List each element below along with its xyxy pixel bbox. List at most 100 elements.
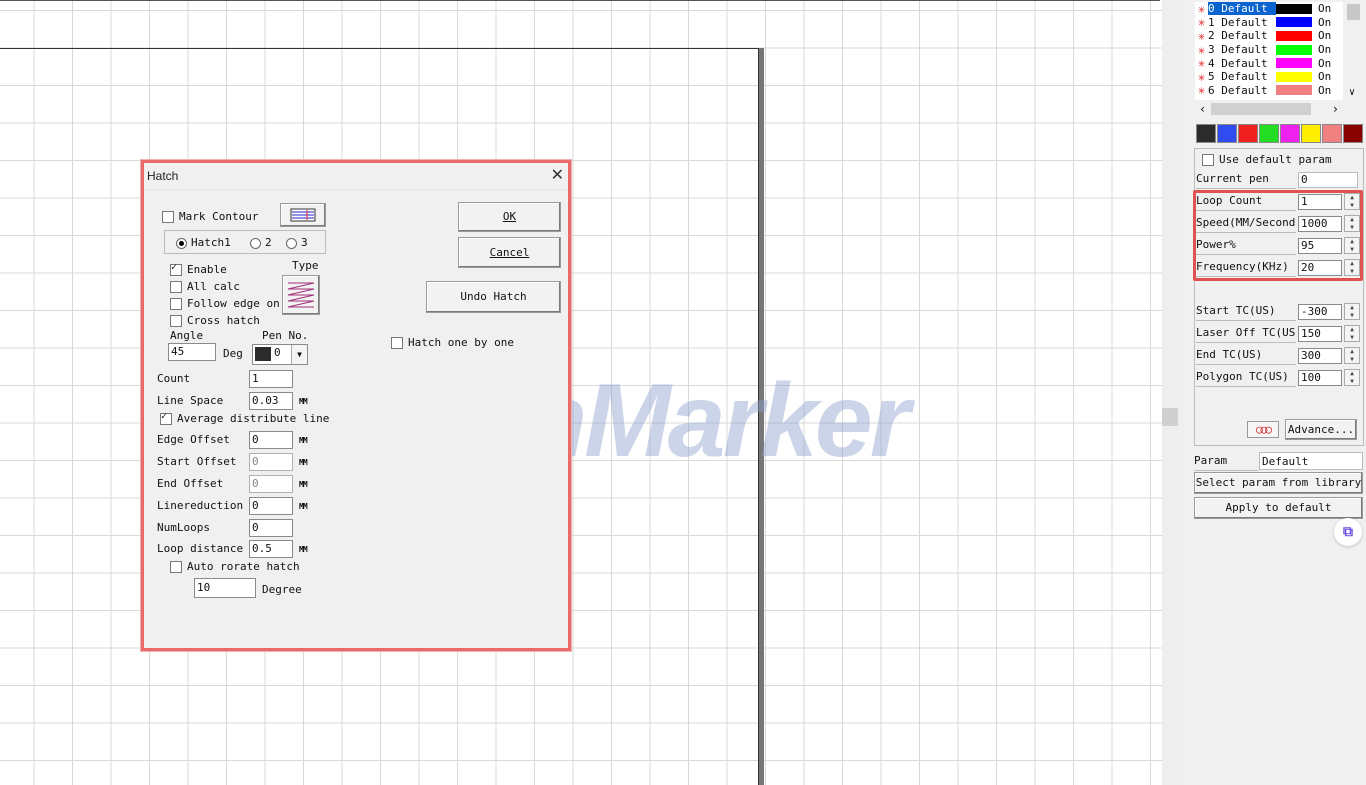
palette-color-swatch[interactable] bbox=[1280, 124, 1300, 143]
palette-color-swatch[interactable] bbox=[1196, 124, 1216, 143]
angle-input[interactable]: 45 bbox=[168, 343, 216, 361]
deg-label: Deg bbox=[223, 347, 243, 360]
hatch2-radio[interactable] bbox=[250, 237, 261, 249]
palette-color-swatch[interactable] bbox=[1259, 124, 1279, 143]
chevron-down-icon[interactable]: ∨ bbox=[1349, 87, 1355, 98]
use-default-param-checkbox[interactable] bbox=[1202, 153, 1214, 166]
end-tc-spinner[interactable]: ▲ ▼ bbox=[1344, 347, 1360, 364]
line-space-input[interactable]: 0.03 bbox=[249, 392, 293, 410]
start-offset-label: Start Offset bbox=[157, 455, 237, 468]
copilot-icon[interactable]: ⧉ bbox=[1334, 518, 1362, 546]
pen-row[interactable]: ✳ 4 Default On bbox=[1195, 56, 1343, 70]
mark-contour-checkbox[interactable] bbox=[162, 211, 174, 223]
pen-row[interactable]: ✳ 1 Default On bbox=[1195, 15, 1343, 29]
edge-offset-unit: MM bbox=[299, 436, 308, 445]
edge-offset-input[interactable]: 0 bbox=[249, 431, 293, 449]
follow-edge-label: Follow edge on bbox=[187, 297, 280, 310]
all-calc-row[interactable]: All calc bbox=[170, 280, 240, 293]
pen-row[interactable]: ✳ 5 Default On bbox=[1195, 70, 1343, 84]
chevron-right-icon[interactable]: › bbox=[1332, 102, 1339, 116]
pen-state: On bbox=[1318, 15, 1332, 29]
polygon-tc-label: Polygon TC(US) bbox=[1196, 368, 1296, 387]
laser-off-tc-label: Laser Off TC(US bbox=[1196, 324, 1296, 343]
chevron-left-icon[interactable]: ‹ bbox=[1199, 102, 1206, 116]
contour-param-button[interactable] bbox=[280, 203, 326, 227]
pen-row[interactable]: ✳ 3 Default On bbox=[1195, 43, 1343, 57]
hatch1-radio[interactable] bbox=[176, 237, 187, 249]
pen-state: On bbox=[1318, 70, 1332, 84]
hatch3-radio-row[interactable]: 3 bbox=[286, 236, 308, 249]
mark-contour-row[interactable]: Mark Contour bbox=[162, 210, 258, 223]
pen-list-vscroll[interactable]: ∨ bbox=[1345, 2, 1362, 100]
advance-button[interactable]: Advance... bbox=[1285, 419, 1357, 440]
hscroll-thumb[interactable] bbox=[1211, 103, 1311, 115]
palette-color-swatch[interactable] bbox=[1217, 124, 1237, 143]
average-distribute-row[interactable]: Average distribute line bbox=[160, 411, 329, 425]
pen-row[interactable]: ✳ 0 Default On bbox=[1195, 2, 1343, 17]
auto-rotate-checkbox[interactable] bbox=[170, 561, 182, 573]
close-icon[interactable]: ✕ bbox=[551, 165, 564, 185]
start-offset-input[interactable]: 0 bbox=[249, 453, 293, 471]
enable-row[interactable]: Enable bbox=[170, 262, 227, 276]
vscroll-thumb[interactable] bbox=[1347, 4, 1360, 20]
laser-off-tc-spinner[interactable]: ▲ ▼ bbox=[1344, 325, 1360, 342]
start-tc-spinner[interactable]: ▲ ▼ bbox=[1344, 303, 1360, 320]
pen-name: 0 Default bbox=[1207, 2, 1277, 17]
param-name-field[interactable]: Default bbox=[1259, 452, 1363, 470]
angle-label: Angle bbox=[170, 329, 204, 342]
splitter-handle[interactable] bbox=[1162, 408, 1178, 426]
cross-hatch-checkbox[interactable] bbox=[170, 315, 182, 327]
hatch-one-by-one-row[interactable]: Hatch one by one bbox=[391, 336, 514, 349]
average-distribute-checkbox[interactable] bbox=[160, 411, 172, 425]
pen-list-hscroll[interactable]: ‹ › bbox=[1195, 100, 1343, 118]
count-input[interactable]: 1 bbox=[249, 370, 293, 388]
loop-distance-input[interactable]: 0.5 bbox=[249, 540, 293, 558]
hatch-type-button[interactable] bbox=[282, 275, 320, 315]
hatch2-radio-row[interactable]: 2 bbox=[250, 236, 272, 249]
pen-star-icon: ✳ bbox=[1197, 28, 1206, 43]
numloops-label: NumLoops bbox=[157, 521, 210, 534]
hatch1-radio-row[interactable]: Hatch1 bbox=[176, 236, 231, 249]
pen-no-select[interactable]: 0 ▼ bbox=[252, 344, 308, 365]
select-param-button[interactable]: Select param from library bbox=[1194, 472, 1363, 494]
linereduction-input[interactable]: 0 bbox=[249, 497, 293, 515]
palette-color-swatch[interactable] bbox=[1322, 124, 1342, 143]
pen-name: 4 Default bbox=[1208, 56, 1268, 70]
pen-state: On bbox=[1318, 29, 1332, 43]
palette-color-swatch[interactable] bbox=[1343, 124, 1363, 143]
laser-off-tc-input[interactable]: 150 bbox=[1298, 325, 1342, 342]
all-calc-checkbox[interactable] bbox=[170, 281, 182, 293]
pen-no-label: Pen No. bbox=[262, 329, 309, 342]
cancel-button[interactable]: Cancel bbox=[458, 237, 561, 268]
pen-row[interactable]: ✳ 6 Default On bbox=[1195, 83, 1343, 97]
color-palette[interactable] bbox=[1196, 124, 1363, 143]
hatch-one-by-one-checkbox[interactable] bbox=[391, 337, 403, 349]
pen-list[interactable]: ✳ 0 Default On ✳ 1 Default On ✳ 2 Default On ✳ 3 D… bbox=[1195, 2, 1343, 100]
apply-default-button[interactable]: Apply to default bbox=[1194, 497, 1363, 519]
palette-color-swatch[interactable] bbox=[1301, 124, 1321, 143]
pen-color-swatch bbox=[255, 347, 271, 361]
laser-mode-icon[interactable]: ◯◯◯ bbox=[1247, 421, 1279, 438]
end-tc-input[interactable]: 300 bbox=[1298, 347, 1342, 364]
auto-rotate-input[interactable]: 10 bbox=[194, 578, 256, 598]
use-default-param-row[interactable]: Use default param bbox=[1196, 150, 1362, 169]
follow-edge-checkbox[interactable] bbox=[170, 298, 182, 310]
chevron-down-icon[interactable]: ▼ bbox=[291, 345, 307, 364]
ok-button[interactable]: OK bbox=[458, 202, 561, 232]
end-offset-input[interactable]: 0 bbox=[249, 475, 293, 493]
start-tc-input[interactable]: -300 bbox=[1298, 303, 1342, 320]
enable-checkbox[interactable] bbox=[170, 262, 182, 276]
hatch3-radio[interactable] bbox=[286, 237, 297, 249]
follow-edge-row[interactable]: Follow edge on bbox=[170, 297, 280, 310]
cross-hatch-row[interactable]: Cross hatch bbox=[170, 314, 260, 327]
auto-rotate-row[interactable]: Auto rorate hatch bbox=[170, 560, 300, 573]
palette-color-swatch[interactable] bbox=[1238, 124, 1258, 143]
numloops-input[interactable]: 0 bbox=[249, 519, 293, 537]
pen-row[interactable]: ✳ 2 Default On bbox=[1195, 29, 1343, 43]
polygon-tc-input[interactable]: 100 bbox=[1298, 369, 1342, 386]
polygon-tc-spinner[interactable]: ▲ ▼ bbox=[1344, 369, 1360, 386]
panel-splitter[interactable] bbox=[1162, 0, 1184, 785]
enable-label: Enable bbox=[187, 263, 227, 276]
all-calc-label: All calc bbox=[187, 280, 240, 293]
undo-hatch-button[interactable]: Undo Hatch bbox=[426, 281, 561, 313]
